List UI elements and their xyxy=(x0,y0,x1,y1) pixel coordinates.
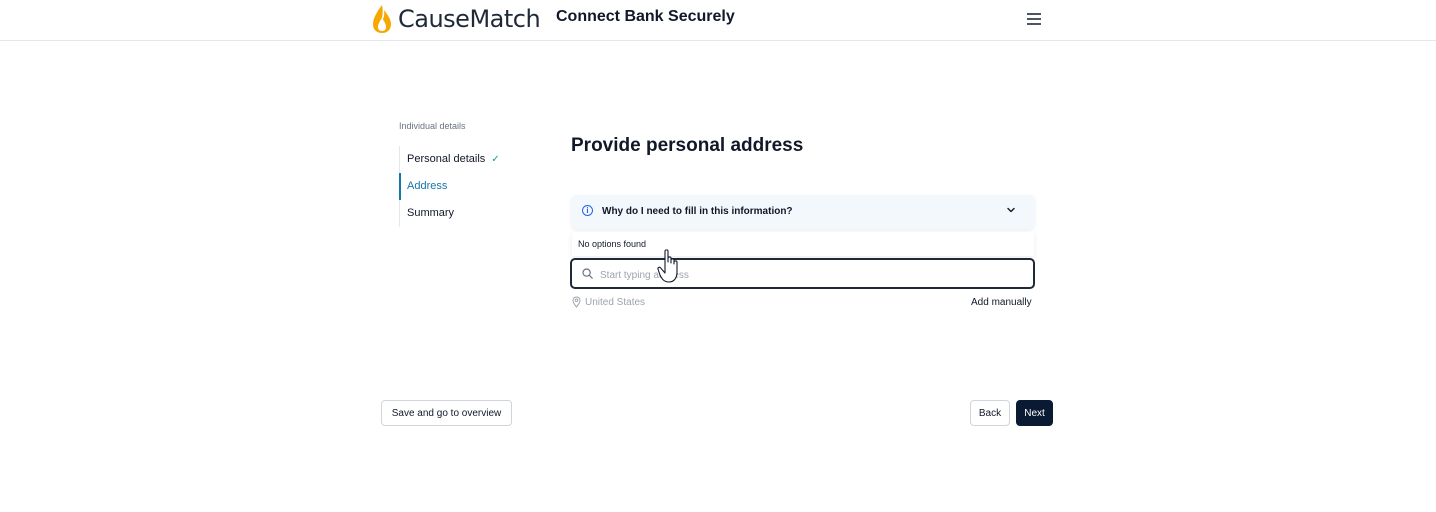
next-button[interactable]: Next xyxy=(1016,400,1053,426)
accordion-label: Why do I need to fill in this informatio… xyxy=(602,206,793,217)
step-summary[interactable]: Summary xyxy=(400,200,540,227)
search-icon xyxy=(582,268,593,279)
step-label: Address xyxy=(407,180,448,192)
save-and-overview-button[interactable]: Save and go to overview xyxy=(381,400,512,426)
no-options-message: No options found xyxy=(578,239,647,249)
check-icon: ✓ xyxy=(491,154,500,165)
step-label: Summary xyxy=(407,207,455,219)
add-manually-link[interactable]: Add manually xyxy=(971,297,1032,308)
step-label: Personal details xyxy=(407,153,486,165)
top-header: CauseMatch Connect Bank Securely xyxy=(0,0,1436,41)
chevron-down-icon xyxy=(1007,207,1015,213)
step-address[interactable]: Address xyxy=(399,173,540,200)
info-icon: i xyxy=(582,205,593,216)
info-accordion[interactable]: i Why do I need to fill in this informat… xyxy=(571,195,1035,229)
step-list: Personal details ✓ Address Summary xyxy=(399,146,540,227)
page-title: Provide personal address xyxy=(571,135,804,156)
country-indicator: United States xyxy=(572,296,645,308)
location-pin-icon xyxy=(572,296,581,308)
address-search-input[interactable] xyxy=(598,264,1022,286)
flame-icon xyxy=(373,5,391,33)
country-label: United States xyxy=(585,296,646,308)
causematch-logo[interactable]: CauseMatch xyxy=(372,3,541,35)
back-button[interactable]: Back xyxy=(970,400,1010,426)
header-title: Connect Bank Securely xyxy=(556,8,735,25)
step-personal-details[interactable]: Personal details ✓ xyxy=(400,146,540,173)
hamburger-menu-icon[interactable] xyxy=(1027,11,1043,25)
logo-text: CauseMatch xyxy=(398,5,541,33)
address-suggestions-dropdown: No options found xyxy=(572,232,1034,256)
address-search-field[interactable] xyxy=(570,258,1035,289)
sidebar-heading: Individual details xyxy=(399,121,466,131)
